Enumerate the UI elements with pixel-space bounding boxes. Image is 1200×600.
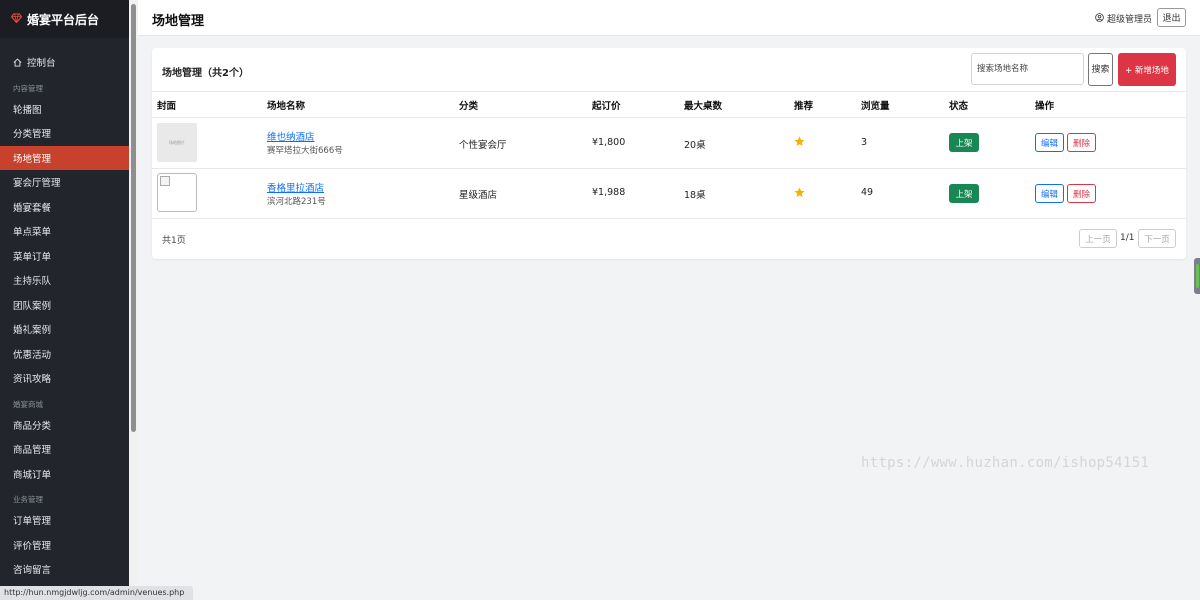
delete-button[interactable]: 删除 — [1067, 133, 1096, 152]
card-title: 场地管理（共2个） — [162, 68, 249, 79]
sidebar-item-team-cases[interactable]: 团队案例 — [0, 293, 129, 318]
venue-price: ¥1,800 — [592, 137, 626, 148]
column-header-status: 状态 — [949, 101, 969, 112]
sidebar-nav: 控制台 内容管理 轮播图 分类管理 场地管理 宴会厅管理 婚宴套餐 单点菜单 菜… — [0, 38, 129, 600]
sidebar-item-wedding-cases[interactable]: 婚礼案例 — [0, 317, 129, 342]
sidebar-section-title: 业务管理 — [13, 495, 43, 504]
venue-name-link[interactable]: 维也纳酒店 — [267, 129, 315, 143]
venue-cover-image — [157, 173, 197, 212]
prev-page-button[interactable]: 上一页 — [1079, 229, 1117, 248]
venue-views: 49 — [861, 187, 874, 198]
divider — [152, 218, 1186, 219]
logout-button[interactable]: 退出 — [1157, 8, 1186, 27]
search-input[interactable] — [971, 53, 1084, 85]
sidebar-item-halls[interactable]: 宴会厅管理 — [0, 170, 129, 195]
add-venue-button[interactable]: + 新增场地 — [1118, 53, 1176, 86]
brand[interactable]: 婚宴平台后台 — [0, 0, 129, 38]
venue-views: 3 — [861, 137, 868, 148]
sidebar-item-product-category[interactable]: 商品分类 — [0, 413, 129, 438]
sidebar: 婚宴平台后台 控制台 内容管理 轮播图 分类管理 场地管理 宴会厅管理 婚宴套餐… — [0, 0, 129, 600]
sidebar-item-reviews[interactable]: 评价管理 — [0, 533, 129, 558]
sidebar-item-articles[interactable]: 资讯攻略 — [0, 366, 129, 391]
edit-button[interactable]: 编辑 — [1035, 133, 1064, 152]
column-header-views: 浏览量 — [861, 101, 890, 112]
venue-address: 滨河北路231号 — [267, 197, 326, 207]
sidebar-item-category[interactable]: 分类管理 — [0, 121, 129, 146]
venue-cover-image: 场地图片 — [157, 123, 197, 162]
delete-button[interactable]: 删除 — [1067, 184, 1096, 203]
status-badge: 上架 — [949, 184, 979, 203]
sidebar-item-hosts[interactable]: 主持乐队 — [0, 268, 129, 293]
venue-tables: 20桌 — [684, 140, 706, 151]
divider — [152, 117, 1186, 118]
sidebar-item-dishes[interactable]: 单点菜单 — [0, 219, 129, 244]
star-icon — [794, 136, 805, 150]
column-header-tables: 最大桌数 — [684, 101, 723, 112]
venue-address: 赛罕塔拉大街666号 — [267, 146, 343, 156]
user-name: 超级管理员 — [1106, 15, 1152, 25]
page-total: 共1页 — [162, 236, 186, 246]
sidebar-item-menu-orders[interactable]: 菜单订单 — [0, 244, 129, 269]
link-status-bar: http://hun.nmgjdwljg.com/admin/venues.ph… — [0, 586, 193, 600]
column-header-cover: 封面 — [157, 101, 177, 112]
sidebar-item-orders[interactable]: 订单管理 — [0, 508, 129, 533]
page-indicator: 1/1 — [1120, 233, 1135, 243]
venue-category: 个性宴会厅 — [459, 140, 507, 151]
sidebar-scrollbar-thumb[interactable] — [131, 4, 136, 432]
current-user: 超级管理员 — [1095, 12, 1152, 25]
sidebar-item-promotions[interactable]: 优惠活动 — [0, 342, 129, 367]
venues-card: 场地管理（共2个） 搜索 + 新增场地 封面 场地名称 分类 起订价 最大桌数 … — [152, 48, 1186, 259]
search-button[interactable]: 搜索 — [1088, 53, 1113, 86]
divider — [152, 91, 1186, 92]
sidebar-section-title: 婚宴商城 — [13, 399, 43, 409]
sidebar-item-banner[interactable]: 轮播图 — [0, 97, 129, 122]
sidebar-item-label: 控制台 — [27, 58, 56, 70]
sidebar-item-products[interactable]: 商品管理 — [0, 437, 129, 462]
column-header-category: 分类 — [459, 101, 479, 112]
next-page-button[interactable]: 下一页 — [1138, 229, 1176, 248]
topbar: 场地管理 超级管理员 退出 — [138, 0, 1200, 36]
column-header-recommend: 推荐 — [794, 101, 814, 112]
cover-placeholder-text: 场地图片 — [169, 139, 185, 145]
side-drawer-handle[interactable] — [1194, 258, 1200, 294]
venue-tables: 18桌 — [684, 190, 706, 201]
column-header-actions: 操作 — [1035, 101, 1055, 112]
divider — [152, 168, 1186, 169]
venue-price: ¥1,988 — [592, 187, 626, 198]
column-header-price: 起订价 — [592, 101, 621, 112]
star-icon — [794, 187, 805, 201]
sidebar-item-packages[interactable]: 婚宴套餐 — [0, 195, 129, 220]
status-badge: 上架 — [949, 133, 979, 152]
page-title: 场地管理 — [152, 14, 205, 29]
sidebar-item-venues[interactable]: 场地管理 — [0, 145, 129, 170]
sidebar-item-messages[interactable]: 咨询留言 — [0, 557, 129, 582]
sidebar-item-shop-orders[interactable]: 商城订单 — [0, 462, 129, 487]
gem-icon — [10, 12, 23, 26]
watermark: https://www.huzhan.com/ishop54151 — [861, 455, 1150, 471]
column-header-name: 场地名称 — [267, 101, 306, 112]
edit-button[interactable]: 编辑 — [1035, 184, 1064, 203]
sidebar-section-title: 内容管理 — [13, 83, 43, 93]
venue-name-link[interactable]: 香格里拉酒店 — [267, 180, 324, 194]
user-circle-icon — [1095, 12, 1107, 25]
home-icon — [13, 58, 22, 67]
brand-title: 婚宴平台后台 — [27, 12, 100, 27]
venue-category: 星级酒店 — [459, 190, 498, 201]
sidebar-item-dashboard[interactable]: 控制台 — [0, 50, 129, 75]
broken-image-icon — [160, 176, 170, 186]
